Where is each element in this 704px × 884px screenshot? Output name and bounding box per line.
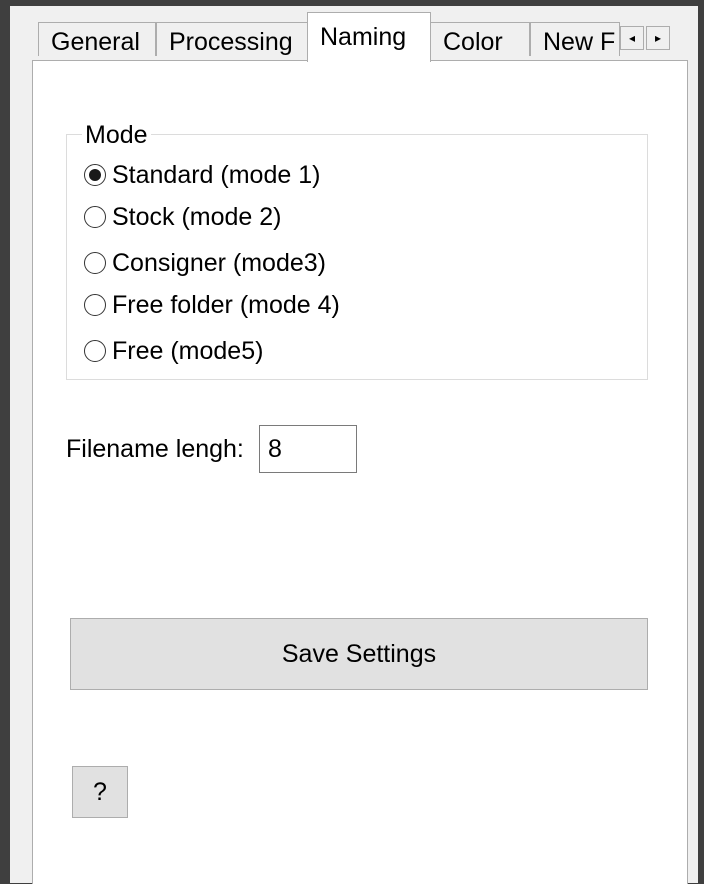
radio-stock-mode-2[interactable]: Stock (mode 2): [84, 202, 282, 232]
arrow-left-icon: ◂: [628, 31, 636, 45]
tab-label: New F: [543, 28, 616, 56]
tab-label: Naming: [320, 23, 407, 51]
radio-consigner-mode-3[interactable]: Consigner (mode3): [84, 248, 326, 278]
radio-label: Free folder (mode 4): [112, 290, 340, 319]
tab-processing[interactable]: Processing: [156, 22, 308, 56]
radio-free-mode-5[interactable]: Free (mode5): [84, 336, 263, 366]
radio-label: Standard (mode 1): [112, 160, 321, 189]
arrow-right-icon: ▸: [654, 31, 662, 45]
radio-dot-icon: [89, 169, 101, 181]
radio-standard-mode-1[interactable]: Standard (mode 1): [84, 160, 320, 190]
tab-new-folder[interactable]: New F: [530, 22, 620, 56]
tab-scroll-right-button[interactable]: ▸: [646, 26, 670, 50]
tab-general[interactable]: General: [38, 22, 156, 56]
radio-unchecked-icon: [84, 294, 106, 316]
radio-label: Stock (mode 2): [112, 202, 282, 231]
tab-color[interactable]: Color: [430, 22, 530, 56]
filename-length-label: Filename lengh:: [66, 435, 244, 463]
help-button[interactable]: ?: [72, 766, 128, 818]
tab-label: Processing: [169, 28, 293, 56]
tab-naming[interactable]: Naming: [307, 12, 431, 62]
help-label: ?: [93, 777, 107, 806]
radio-unchecked-icon: [84, 206, 106, 228]
save-settings-label: Save Settings: [281, 639, 437, 668]
radio-label: Consigner (mode3): [112, 248, 326, 277]
filename-length-input[interactable]: [259, 425, 357, 473]
mode-groupbox-legend: Mode: [82, 122, 151, 148]
radio-free-folder-mode-4[interactable]: Free folder (mode 4): [84, 290, 340, 320]
radio-label: Free (mode5): [112, 336, 264, 365]
radio-unchecked-icon: [84, 340, 106, 362]
tab-scroll-left-button[interactable]: ◂: [620, 26, 644, 50]
tab-label: Color: [443, 28, 503, 56]
radio-checked-icon: [84, 164, 106, 186]
tab-label: General: [51, 28, 140, 56]
radio-unchecked-icon: [84, 252, 106, 274]
save-settings-button[interactable]: Save Settings: [70, 618, 648, 690]
